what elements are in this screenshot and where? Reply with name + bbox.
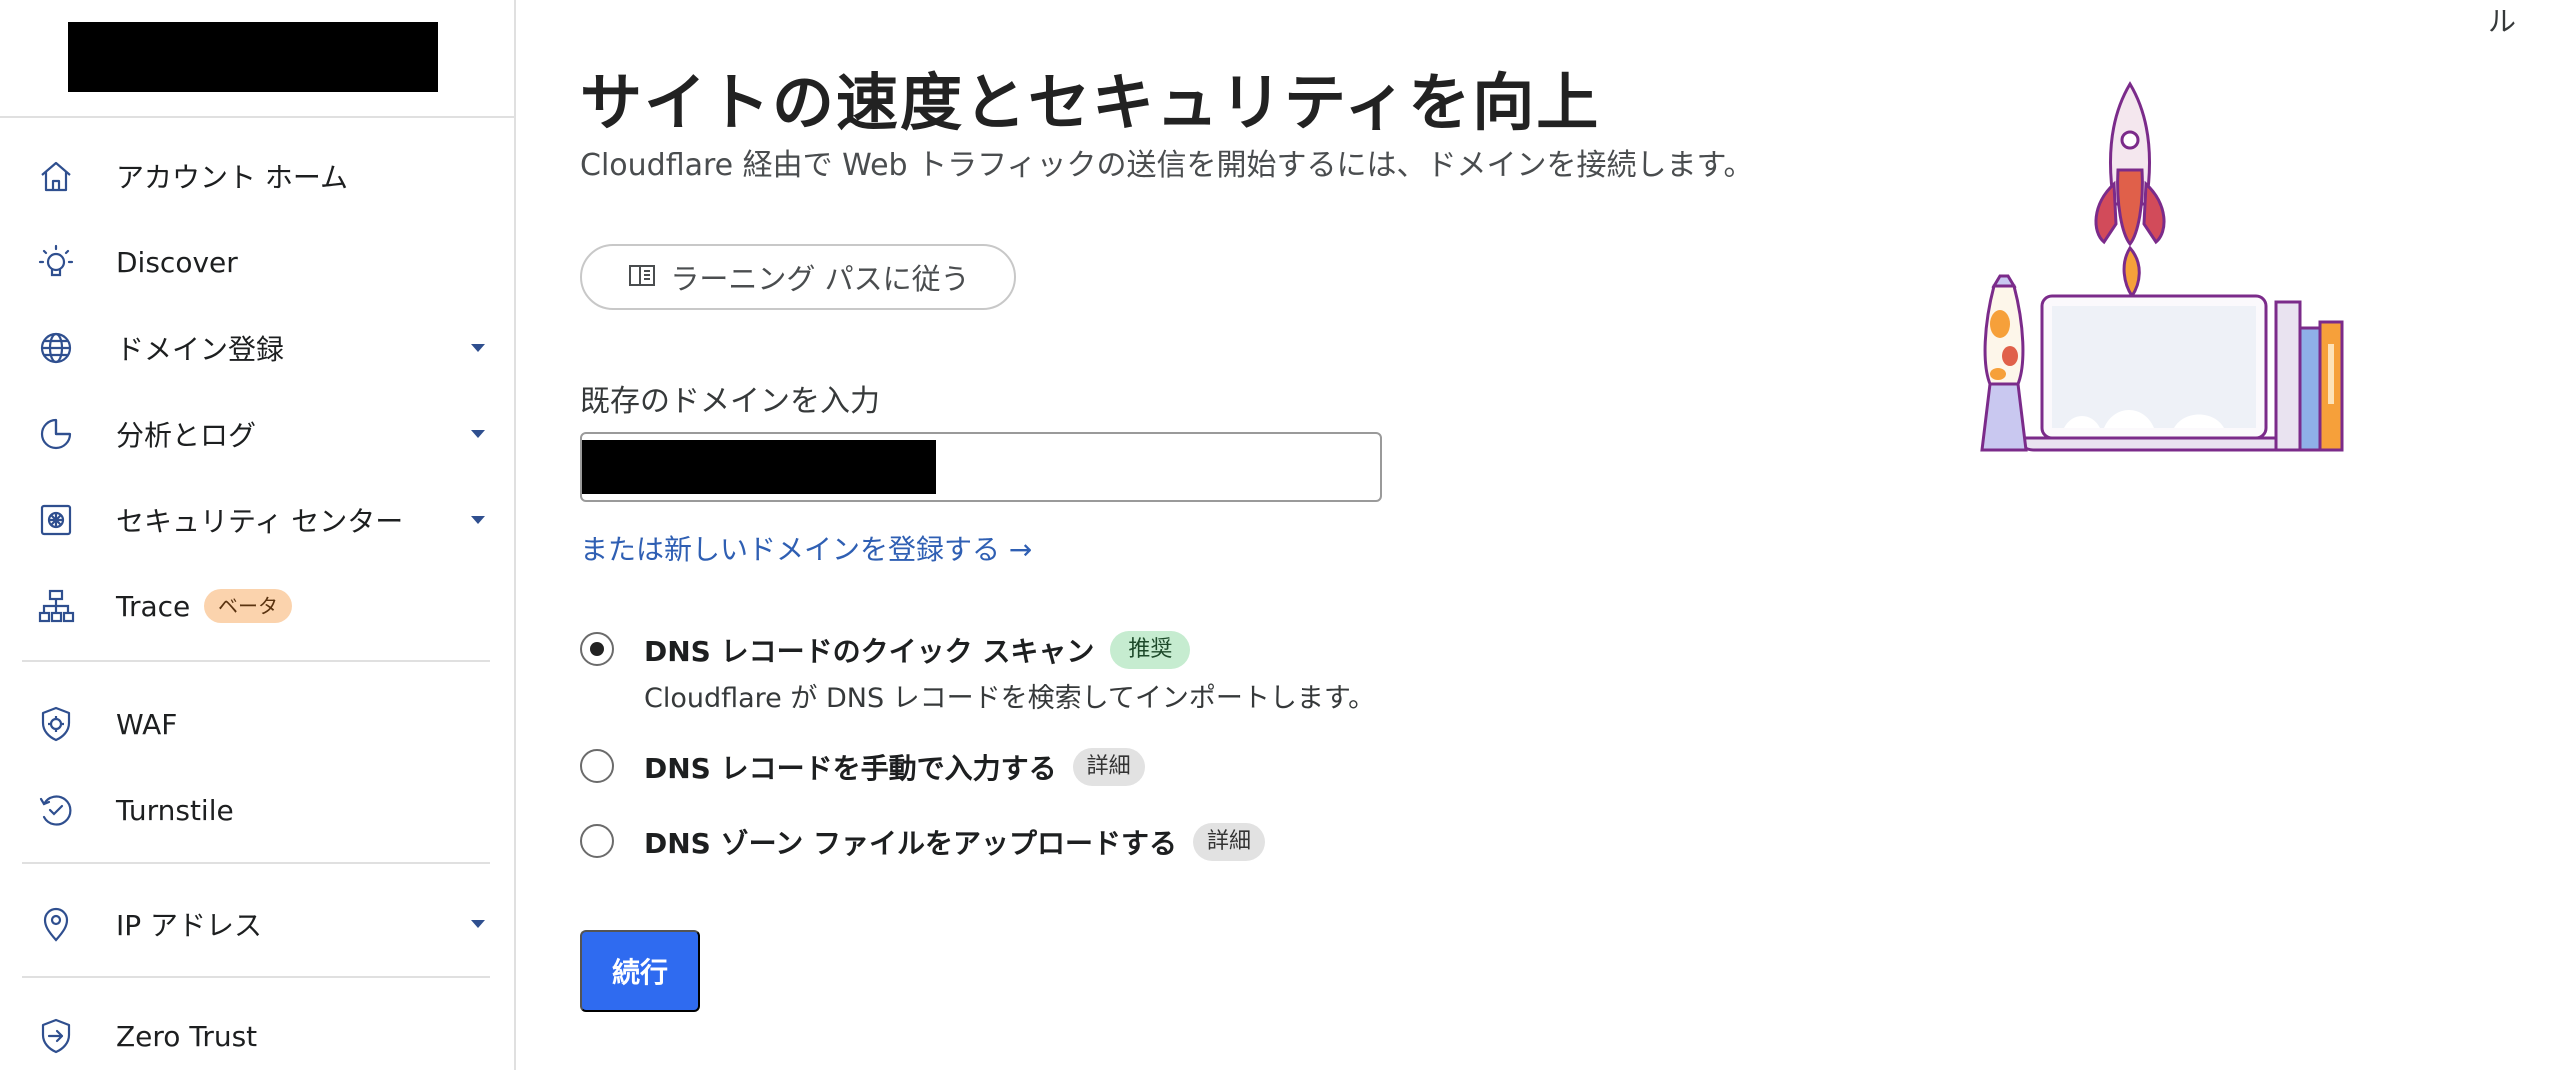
rocket-laptop-illustration: [1944, 74, 2384, 464]
sidebar-item-label: Turnstile: [116, 793, 234, 827]
sidebar-item-label: セキュリティ センター: [116, 505, 404, 538]
sidebar-divider: [0, 116, 516, 118]
sidebar-item-discover[interactable]: Discover: [0, 228, 516, 296]
sidebar-item-security-center[interactable]: セキュリティ センター: [0, 486, 516, 554]
caret-down-icon[interactable]: [468, 914, 488, 934]
sidebar-item-label: ドメイン登録: [116, 333, 285, 366]
radio-manual-entry[interactable]: [580, 749, 614, 783]
page-title: サイトの速度とセキュリティを向上: [580, 66, 1601, 139]
caret-down-icon[interactable]: [468, 510, 488, 530]
turnstile-icon: [36, 790, 76, 830]
learning-path-label: ラーニング パスに従う: [670, 262, 970, 296]
advanced-badge: 詳細: [1192, 823, 1265, 861]
page-description: Cloudflare 経由で Web トラフィックの送信を開始するには、ドメイン…: [580, 148, 1754, 183]
caret-down-icon[interactable]: [468, 424, 488, 444]
sidebar-item-trace[interactable]: Trace ベータ: [0, 572, 516, 640]
sidebar-divider: [22, 660, 490, 662]
sidebar: アカウント ホーム Discover ドメイン登録 分析とログ セキュリティ セ…: [0, 0, 516, 1070]
sidebar-item-label: Zero Trust: [116, 1019, 258, 1053]
advanced-badge: 詳細: [1072, 748, 1145, 786]
radio-quick-scan[interactable]: [580, 632, 614, 666]
sidebar-item-label: IP アドレス: [116, 909, 263, 942]
sidebar-item-account-home[interactable]: アカウント ホーム: [0, 142, 516, 210]
globe-icon: [36, 328, 76, 368]
caret-down-icon[interactable]: [468, 338, 488, 358]
learning-path-button[interactable]: ラーニング パスに従う: [580, 244, 1016, 310]
pie-chart-icon: [36, 414, 76, 454]
sidebar-item-turnstile[interactable]: Turnstile: [0, 776, 516, 844]
sitemap-icon: [36, 586, 76, 626]
sidebar-item-ip-address[interactable]: IP アドレス: [0, 890, 516, 958]
sidebar-item-waf[interactable]: WAF: [0, 690, 516, 758]
sidebar-divider: [22, 976, 490, 978]
lightbulb-icon: [36, 242, 76, 282]
option-quick-scan[interactable]: DNS レコードのクイック スキャン 推奨 Cloudflare が DNS レ…: [580, 631, 1376, 715]
continue-button[interactable]: 続行: [580, 930, 700, 1012]
sidebar-item-zero-trust[interactable]: Zero Trust: [0, 1002, 516, 1070]
security-center-icon: [36, 500, 76, 540]
sidebar-item-analytics-logs[interactable]: 分析とログ: [0, 400, 516, 468]
sidebar-divider: [22, 862, 490, 864]
location-pin-icon: [36, 904, 76, 944]
sidebar-item-label: Trace: [116, 589, 191, 623]
option-title: DNS レコードのクイック スキャン: [644, 635, 1095, 668]
option-zone-file-upload[interactable]: DNS ゾーン ファイルをアップロードする 詳細: [580, 823, 1265, 861]
sidebar-item-label: WAF: [116, 707, 178, 741]
register-new-domain-link[interactable]: または新しいドメインを登録する →: [580, 528, 1032, 568]
sidebar-item-domain-registration[interactable]: ドメイン登録: [0, 314, 516, 382]
shield-gear-icon: [36, 704, 76, 744]
domain-input[interactable]: [580, 432, 1382, 502]
beta-badge: ベータ: [204, 589, 292, 623]
domain-value-redacted: [582, 440, 936, 494]
zero-trust-icon: [36, 1016, 76, 1056]
option-subtitle: Cloudflare が DNS レコードを検索してインポートします。: [644, 683, 1376, 714]
main-content: ル サイトの速度とセキュリティを向上 Cloudflare 経由で Web トラ…: [518, 0, 2556, 1070]
sidebar-item-label: アカウント ホーム: [116, 161, 349, 194]
sidebar-item-label: 分析とログ: [116, 419, 257, 452]
account-logo-redacted: [68, 22, 438, 92]
option-title: DNS ゾーン ファイルをアップロードする: [644, 827, 1177, 860]
truncated-header-text: ル: [2487, 5, 2516, 38]
option-manual-entry[interactable]: DNS レコードを手動で入力する 詳細: [580, 748, 1145, 786]
domain-field-label: 既存のドメインを入力: [580, 384, 880, 419]
radio-zone-file-upload[interactable]: [580, 824, 614, 858]
recommended-badge: 推奨: [1110, 631, 1191, 669]
sidebar-item-label: Discover: [116, 245, 238, 279]
option-title: DNS レコードを手動で入力する: [644, 752, 1057, 785]
book-icon: [626, 259, 658, 295]
home-icon: [36, 156, 76, 196]
